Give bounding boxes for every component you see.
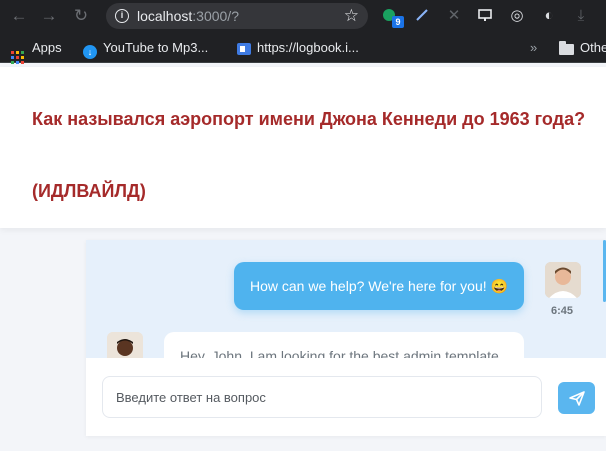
info-icon[interactable]: i xyxy=(115,9,129,23)
answer-text: (ИДЛВАЙЛД) xyxy=(32,181,146,201)
address-bar[interactable]: i localhost:3000/? ☆ xyxy=(106,3,368,29)
chat-messages[interactable]: How can we help? We're here for you! 😄 6… xyxy=(86,240,606,358)
download-icon[interactable]: ⤓ xyxy=(572,7,590,25)
back-arrow-icon[interactable]: ← xyxy=(8,5,30,27)
message-time: 6:45 xyxy=(551,305,574,317)
question-card: Как назывался аэропорт имени Джона Кенне… xyxy=(0,67,606,228)
browser-toolbar: ← → ↻ i localhost:3000/? ☆ 9 ✕ ◎ ◐ ⤓ xyxy=(0,0,606,33)
cloud-download-icon: ↓ xyxy=(83,45,97,59)
logbook-icon xyxy=(237,43,251,55)
bookmark-star-icon[interactable]: ☆ xyxy=(344,6,359,26)
forward-arrow-icon[interactable]: → xyxy=(38,5,60,27)
bookmarks-overflow-chevron-icon[interactable]: » xyxy=(530,40,537,55)
folder-icon xyxy=(559,41,574,55)
reload-icon[interactable]: ↻ xyxy=(70,5,92,27)
bookmark-apps[interactable]: Apps xyxy=(11,40,62,64)
question-text: Как назывался аэропорт имени Джона Кенне… xyxy=(32,109,586,129)
avatar xyxy=(545,262,581,298)
avatar xyxy=(107,332,143,358)
answer-input[interactable] xyxy=(102,376,542,418)
bookmarks-bar: Apps ↓ YouTube to Mp3... https://logbook.… xyxy=(0,33,606,64)
incoming-message-bubble: Hey, John, I am looking for the best adm… xyxy=(164,332,524,358)
bookmark-logbook[interactable]: https://logbook.i... xyxy=(237,40,359,55)
extension-badge: 9 xyxy=(392,16,404,28)
monitor-extension-icon[interactable] xyxy=(476,7,494,25)
send-button[interactable] xyxy=(558,382,595,414)
moon-extension-icon[interactable]: ◐ xyxy=(540,7,558,25)
url-text[interactable]: localhost:3000/? xyxy=(137,8,239,24)
outgoing-message-bubble: How can we help? We're here for you! 😄 xyxy=(234,262,524,310)
apps-grid-icon xyxy=(11,51,24,64)
paper-plane-icon xyxy=(569,391,585,406)
chat-panel: How can we help? We're here for you! 😄 6… xyxy=(86,240,606,436)
bookmark-youtube-mp3[interactable]: ↓ YouTube to Mp3... xyxy=(83,40,208,59)
bookmark-other[interactable]: Othe xyxy=(559,40,606,55)
x-extension-icon[interactable]: ✕ xyxy=(445,7,463,25)
target-extension-icon[interactable]: ◎ xyxy=(508,7,526,25)
pen-extension-icon[interactable] xyxy=(413,7,431,25)
